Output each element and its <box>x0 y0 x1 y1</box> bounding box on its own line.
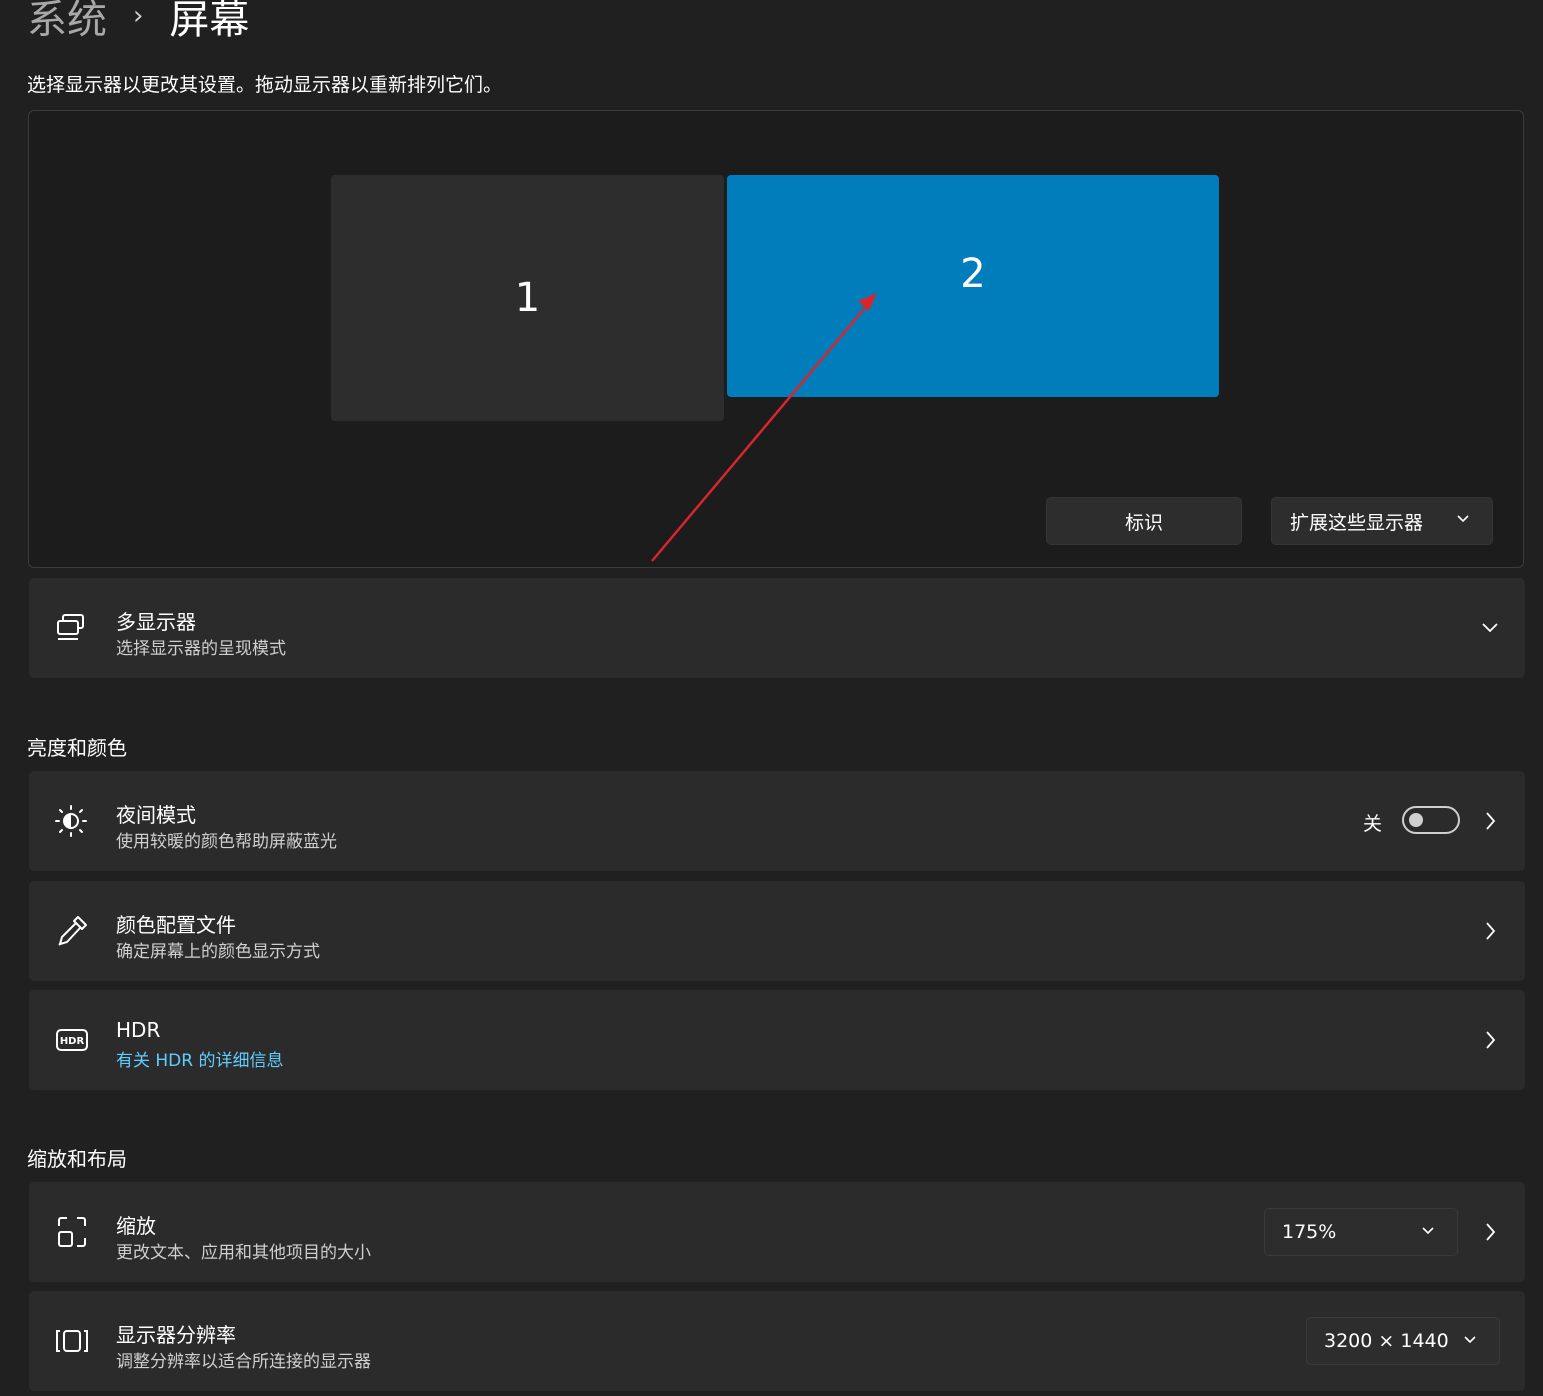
night-light-toggle-label: 关 <box>1362 813 1382 835</box>
color-profile-card[interactable]: 颜色配置文件 确定屏幕上的颜色显示方式 <box>29 881 1525 981</box>
resolution-card[interactable]: 显示器分辨率 调整分辨率以适合所连接的显示器 3200 × 1440 <box>29 1291 1525 1391</box>
multiple-displays-title: 多显示器 <box>116 610 196 634</box>
chevron-down-icon <box>1464 1336 1476 1344</box>
scale-card[interactable]: 缩放 更改文本、应用和其他项目的大小 175% <box>29 1182 1525 1282</box>
monitor-1-label: 1 <box>514 275 541 321</box>
chevron-right-icon[interactable] <box>1483 811 1497 831</box>
night-light-title: 夜间模式 <box>116 803 196 827</box>
color-profile-subtitle: 确定屏幕上的颜色显示方式 <box>116 942 320 962</box>
resolution-icon <box>56 1330 88 1352</box>
multiple-displays-subtitle: 选择显示器的呈现模式 <box>116 639 286 659</box>
scale-icon <box>58 1217 86 1247</box>
scale-value: 175% <box>1282 1221 1337 1243</box>
multi-monitor-icon <box>57 614 84 640</box>
night-light-subtitle: 使用较暖的颜色帮助屏蔽蓝光 <box>116 832 337 852</box>
svg-text:HDR: HDR <box>60 1036 85 1047</box>
chevron-down-icon[interactable] <box>1481 621 1499 635</box>
display-arrangement-panel: 1 2 标识 扩展这些显示器 <box>28 110 1524 568</box>
section-brightness-color: 亮度和颜色 <box>27 736 127 760</box>
breadcrumb-separator: › <box>133 1 144 31</box>
identify-button[interactable]: 标识 <box>1046 497 1242 545</box>
scale-subtitle: 更改文本、应用和其他项目的大小 <box>116 1243 371 1263</box>
color-profile-title: 颜色配置文件 <box>116 913 236 937</box>
night-light-toggle[interactable] <box>1402 806 1460 834</box>
eyedropper-icon <box>58 916 87 946</box>
monitor-2-tile[interactable]: 2 <box>727 175 1219 397</box>
breadcrumb-parent-system[interactable]: 系统 <box>27 0 107 45</box>
chevron-right-icon[interactable] <box>1483 1030 1497 1050</box>
chevron-down-icon <box>1422 1227 1434 1235</box>
arrangement-instructions: 选择显示器以更改其设置。拖动显示器以重新排列它们。 <box>27 74 503 96</box>
resolution-dropdown[interactable]: 3200 × 1440 <box>1306 1317 1500 1365</box>
hdr-title: HDR <box>116 1018 161 1042</box>
chevron-right-icon[interactable] <box>1483 1222 1497 1242</box>
monitor-2-label: 2 <box>960 251 986 297</box>
chevron-right-icon[interactable] <box>1483 921 1497 941</box>
multi-display-mode-value: 扩展这些显示器 <box>1290 511 1424 534</box>
hdr-card[interactable]: HDR HDR 有关 HDR 的详细信息 <box>29 990 1525 1090</box>
section-scale-layout: 缩放和布局 <box>27 1147 127 1171</box>
multi-display-mode-dropdown[interactable]: 扩展这些显示器 <box>1271 497 1493 545</box>
toggle-knob <box>1409 813 1423 827</box>
scale-title: 缩放 <box>116 1214 156 1238</box>
breadcrumb: 系统 › 屏幕 <box>27 0 249 44</box>
resolution-value: 3200 × 1440 <box>1324 1330 1449 1352</box>
night-light-card[interactable]: 夜间模式 使用较暖的颜色帮助屏蔽蓝光 关 <box>29 771 1525 871</box>
monitor-1-tile[interactable]: 1 <box>331 175 724 421</box>
scale-dropdown[interactable]: 175% <box>1264 1208 1458 1256</box>
hdr-icon: HDR <box>56 1029 88 1051</box>
brightness-icon <box>55 805 87 837</box>
multiple-displays-card[interactable]: 多显示器 选择显示器的呈现模式 <box>29 578 1525 678</box>
resolution-subtitle: 调整分辨率以适合所连接的显示器 <box>116 1352 371 1372</box>
page-title: 屏幕 <box>169 0 250 43</box>
chevron-down-icon <box>1457 515 1469 523</box>
resolution-title: 显示器分辨率 <box>116 1323 236 1347</box>
hdr-info-link[interactable]: 有关 HDR 的详细信息 <box>116 1046 284 1071</box>
